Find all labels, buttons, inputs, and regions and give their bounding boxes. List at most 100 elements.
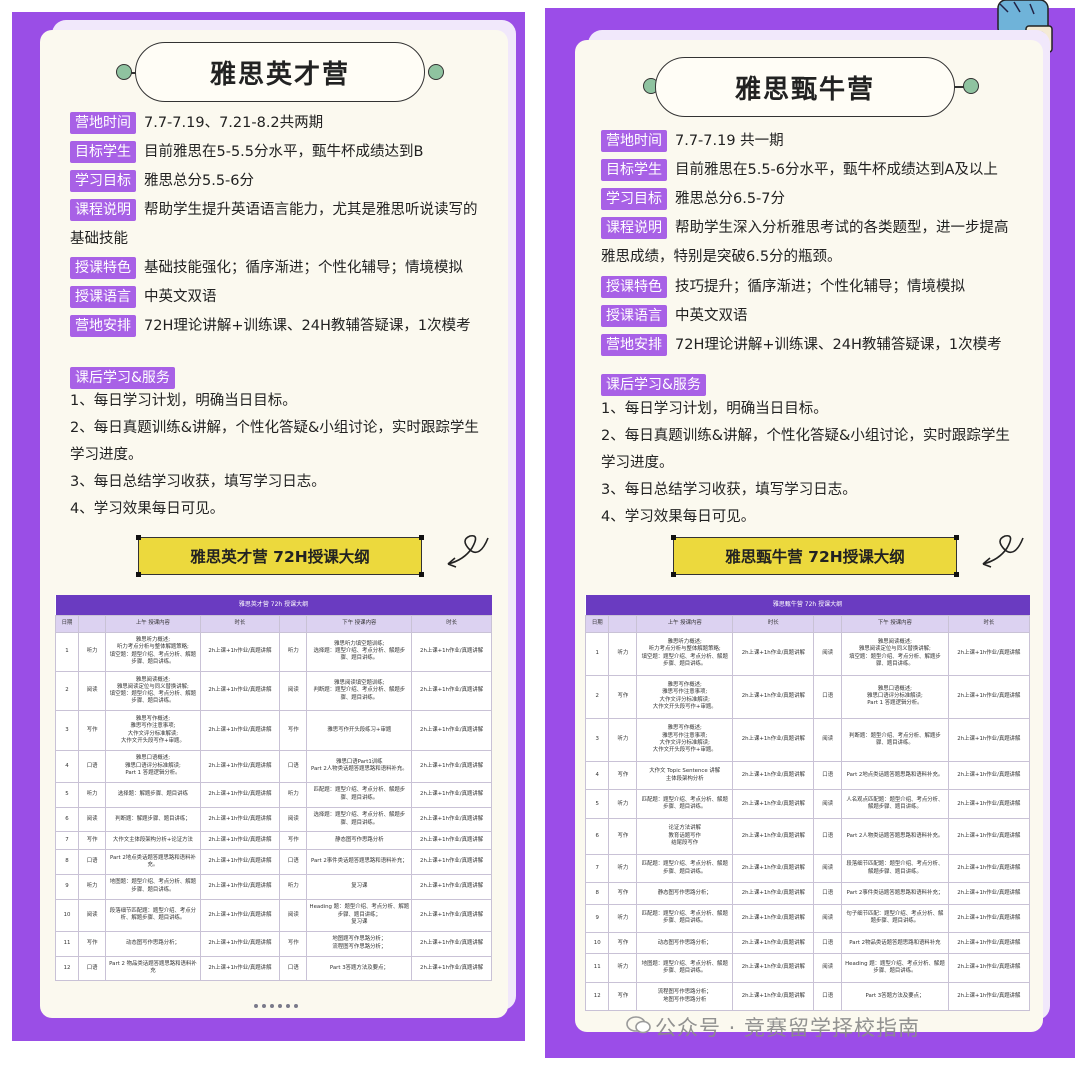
- table-row: 7 写作 大作文主体段架构分析+论证方法 2h上课+1h作业/真题讲解 写作 静态图写作思…: [54, 831, 492, 850]
- table-cell: 动态图写作思路分析；: [105, 930, 201, 957]
- table-cell: 雅思听力概述; 听力考点分析与整体解题策略; 填空题：题型介绍、考点分析、解题步…: [636, 631, 734, 676]
- table-cell: 2: [54, 670, 80, 712]
- table-cell: 匹配题：题型介绍、考点分析、解题步骤、题目讲练。: [636, 789, 734, 819]
- table-cell: 2h上课+1h作业/真题讲解: [947, 760, 1031, 791]
- table-cell: 写作: [78, 831, 107, 850]
- table-cell: 9: [584, 903, 610, 934]
- table-row: 12 口语 Part 2 物品类话题答题思路和语料补充 2h上课+1h作业/真题讲解口…: [54, 955, 492, 982]
- table-row: 7 听力 匹配题：题型介绍、考点分析、解题步骤、题目讲练。 2h上课+1h作业/真题讲…: [584, 853, 1031, 884]
- table-cell: 段落细节匹配题：题型介绍、考点分析、解题步骤、题目讲练。: [841, 853, 949, 884]
- service-tag: 课后学习&服务: [70, 367, 175, 389]
- table-cell: 2h上课+1h作业/真题讲解: [199, 631, 281, 672]
- info-label: 学习目标: [70, 170, 136, 192]
- service-tag: 课后学习&服务: [601, 374, 706, 396]
- table-row: 4 写作 大作文 Topic Sentence 讲解 主体段架构分析 2h上课+1h作…: [584, 760, 1031, 791]
- table-cell: 2h上课+1h作业/真题讲解: [411, 831, 492, 850]
- table-cell: 匹配题：题型介绍、考点分析、解题步骤、题目讲练。: [306, 781, 413, 808]
- info-label: 课程说明: [601, 217, 667, 239]
- table-cell: 地图题：题型介绍、考点分析、解题步骤、题目讲练。: [636, 953, 734, 983]
- info-label: 营地安排: [601, 334, 667, 356]
- column-header: 时长: [947, 614, 1031, 633]
- table-cell: 写作: [608, 760, 638, 791]
- table-cell: 2h上课+1h作业/真题讲解: [199, 749, 281, 783]
- info-row: 营地安排 72H理论讲解+训练课、24H教辅答疑课，1次模考: [70, 311, 471, 341]
- table-cell: 2h上课+1h作业/真题讲解: [732, 631, 815, 676]
- table-cell: 4: [54, 749, 80, 783]
- table-cell: 阅读: [279, 806, 308, 833]
- table-cell: Part 3答题方法及要点；: [306, 955, 413, 982]
- table-cell: 写作: [78, 930, 107, 957]
- service-item: 1、每日学习计划，明确当日目标。: [601, 401, 828, 417]
- column-header: 上午 授课内容: [105, 614, 201, 633]
- table-cell: 2h上课+1h作业/真题讲解: [411, 670, 492, 712]
- table-cell: 2h上课+1h作业/真题讲解: [732, 882, 815, 905]
- info-label: 学习目标: [601, 188, 667, 210]
- table-cell: 7: [54, 831, 80, 850]
- watermark: 公众号 · 竞赛留学择校指南: [655, 1016, 921, 1040]
- table-cell: 人名观点匹配题：题型介绍、考点分析、解题步骤、题目讲练。: [841, 789, 949, 819]
- schedule-table: 雅思英才营 72h 授课大纲 日期 上午 授课内容 时长 下午 授课内容 时长 1 听力 雅思听…: [54, 595, 492, 982]
- table-cell: 流程图写作思路分析； 地图写作思路分析: [636, 981, 734, 1012]
- table-cell: 听力: [608, 903, 638, 934]
- table-header-row: 日期 上午 授课内容 时长 下午 授课内容 时长: [54, 614, 492, 633]
- table-cell: 2h上课+1h作业/真题讲解: [411, 873, 492, 900]
- table-row: 12 写作 流程图写作思路分析； 地图写作思路分析 2h上课+1h作业/真题讲解 口语 P…: [584, 981, 1031, 1012]
- table-cell: 写作: [279, 831, 308, 850]
- table-cell: 2h上课+1h作业/真题讲解: [947, 631, 1031, 676]
- table-cell: 阅读: [813, 903, 843, 934]
- info-label: 课程说明: [70, 199, 136, 221]
- table-cell: 2h上课+1h作业/真题讲解: [947, 882, 1031, 905]
- table-cell: 口语: [813, 981, 843, 1012]
- table-cell: 10: [584, 932, 610, 955]
- info-text-continued: 基础技能: [70, 231, 128, 247]
- table-cell: 写作: [279, 710, 308, 751]
- title-dot-right: [963, 78, 979, 94]
- column-header: 下午 授课内容: [306, 614, 413, 633]
- table-cell: 听力: [608, 953, 638, 983]
- table-cell: 口语: [78, 749, 107, 783]
- table-row: 8 写作 静态图写作思路分析； 2h上课+1h作业/真题讲解 口语 Part 2事件类话题…: [584, 882, 1031, 905]
- table-cell: 雅思写作概述; 雅思写作注意事项; 大作文评分标准解读; 大作文开头段写作+审题…: [636, 717, 734, 762]
- table-cell: 听力: [78, 781, 107, 808]
- table-row: 6 写作 论证方法讲解 教育话题写作 结尾段写作 2h上课+1h作业/真题讲解 口语 Pa…: [584, 817, 1031, 855]
- table-cell: 大作文主体段架构分析+论证方法: [105, 831, 201, 850]
- table-cell: 听力: [608, 717, 638, 762]
- table-cell: 2h上课+1h作业/真题讲解: [947, 853, 1031, 884]
- swirl-arrow-icon: [447, 534, 489, 568]
- outline-banner: 雅思英才营 72H授课大纲: [136, 535, 424, 577]
- table-cell: 2h上课+1h作业/真题讲解: [411, 955, 492, 982]
- info-row: 学习目标 雅思总分5.5-6分: [70, 166, 254, 196]
- info-row: 营地安排 72H理论讲解+训练课、24H教辅答疑课，1次模考: [601, 330, 1002, 360]
- table-cell: 动态图写作思路分析；: [636, 932, 734, 955]
- info-label: 营地时间: [70, 112, 136, 134]
- table-cell: 2h上课+1h作业/真题讲解: [732, 789, 815, 819]
- column-header: 时长: [199, 614, 281, 633]
- info-row: 课程说明 帮助学生提升英语语言能力，尤其是雅思听说读写的: [70, 195, 478, 225]
- table-row: 2 阅读 雅思阅读概述; 雅思阅读定位与同义替换讲解; 填空题：题型介绍、考点分析、…: [54, 670, 492, 712]
- table-cell: 2h上课+1h作业/真题讲解: [947, 932, 1031, 955]
- table-cell: 7: [584, 853, 610, 884]
- info-row: 营地时间 7.7-7.19、7.21-8.2共两期: [70, 108, 323, 138]
- table-cell: Part 2 物品类话题答题思路和语料补充: [105, 955, 201, 982]
- table-cell: 2h上课+1h作业/真题讲解: [947, 717, 1031, 762]
- info-label: 授课特色: [601, 276, 667, 298]
- column-header: 日期: [584, 614, 610, 633]
- table-cell: 写作: [608, 981, 638, 1012]
- table-row: 2 写作 雅思写作概述; 雅思写作注意事项; 大作文评分标准解读; 大作文开头段写作…: [584, 674, 1031, 719]
- info-text: 72H理论讲解+训练课、24H教辅答疑课，1次模考: [144, 318, 471, 334]
- table-cell: 段落细节匹配题：题型介绍、考点分析、解题步骤、题目讲练。: [105, 898, 201, 932]
- info-text: 中英文双语: [144, 289, 217, 305]
- info-label: 营地时间: [601, 130, 667, 152]
- info-row: 授课语言 中英文双语: [601, 301, 748, 331]
- table-cell: 阅读: [813, 631, 843, 676]
- table-cell: 2h上课+1h作业/真题讲解: [947, 674, 1031, 719]
- table-cell: 2h上课+1h作业/真题讲解: [947, 789, 1031, 819]
- table-cell: 静态图写作思路分析；: [636, 882, 734, 905]
- table-cell: 4: [584, 760, 610, 791]
- table-header-row: 日期 上午 授课内容 时长 下午 授课内容 时长: [584, 614, 1031, 633]
- banner-title: 雅思英才营 72H授课大纲: [190, 548, 370, 566]
- table-cell: 2h上课+1h作业/真题讲解: [199, 930, 281, 957]
- card-title: 雅思英才营: [135, 42, 425, 102]
- table-cell: 静态图写作思路分析: [306, 831, 413, 850]
- table-row: 5 听力 选择题：解题步骤、题目讲练 2h上课+1h作业/真题讲解 听力 匹配题：题型介绍…: [54, 781, 492, 808]
